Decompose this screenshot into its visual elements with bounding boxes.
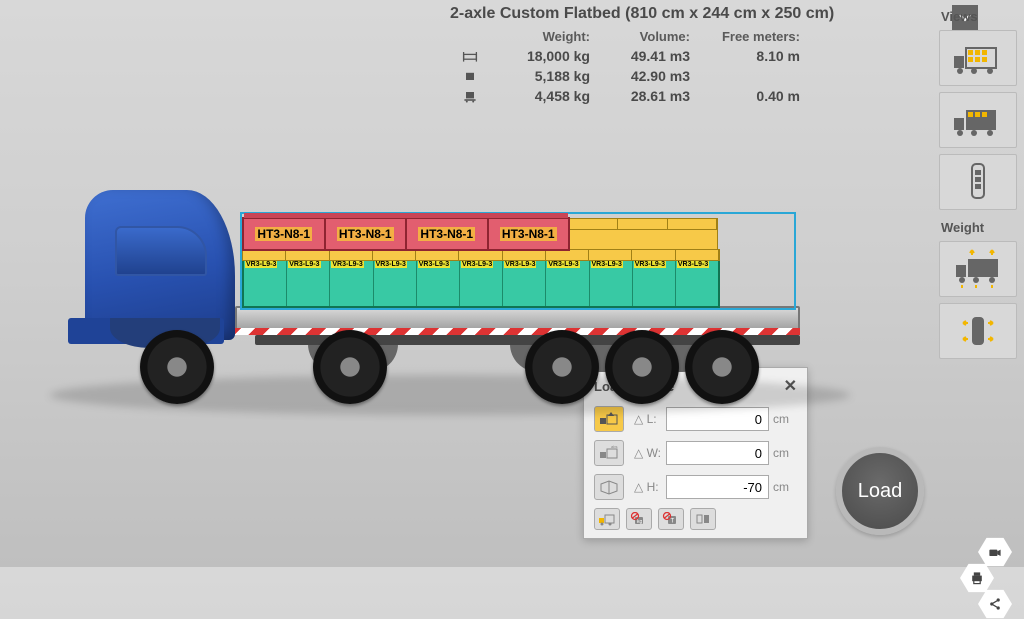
tool-truck-button[interactable] <box>594 508 620 530</box>
views-label: Views <box>939 5 1019 30</box>
capacity-icon <box>450 48 490 64</box>
tool-weight-button[interactable]: kg <box>626 508 652 530</box>
stats-row-capacity: 18,000 kg 49.41 m3 8.10 m <box>450 46 920 66</box>
tool-split-button[interactable] <box>690 508 716 530</box>
box-height-icon <box>598 478 620 496</box>
svg-text:T: T <box>671 519 675 525</box>
truck-3d-view[interactable]: VR3-L9-3 VR3-L9-3 VR3-L9-3 VR3-L9-3 VR3-… <box>60 170 840 430</box>
delta-width-row: abs △ W: cm <box>594 440 797 466</box>
share-button[interactable] <box>978 589 1012 619</box>
tool-text-button[interactable]: T <box>658 508 684 530</box>
trailer-wheel-3 <box>605 330 679 404</box>
cab-wheel <box>140 330 214 404</box>
view-side-loaded-button[interactable] <box>939 30 1017 86</box>
delta-height-icon-button[interactable] <box>594 474 624 500</box>
loaded-icon <box>450 68 490 84</box>
trailer-wheel-1 <box>313 330 387 404</box>
dialog-toolbar: kg T <box>594 508 797 530</box>
share-icon <box>987 596 1003 612</box>
delta-width-label: △ W: <box>634 446 662 460</box>
volume-header: Volume: <box>590 29 690 44</box>
delta-height-row: △ H: cm <box>594 474 797 500</box>
delta-width-input[interactable] <box>666 441 769 465</box>
stats-row-remaining: 4,458 kg 28.61 m3 0.40 m <box>450 86 920 106</box>
view-side-solid-button[interactable] <box>939 92 1017 148</box>
load-button[interactable]: Load <box>836 447 924 535</box>
no-text-icon: T <box>662 512 680 526</box>
free-header: Free meters: <box>690 29 800 44</box>
delta-height-input[interactable] <box>666 475 769 499</box>
trailer-wheel-2 <box>525 330 599 404</box>
print-icon <box>969 570 985 586</box>
truck-abs-icon: abs <box>598 444 620 462</box>
weight-label: Weight <box>939 216 1019 241</box>
cargo-yellow-stack <box>568 228 718 250</box>
camera-button[interactable] <box>978 537 1012 567</box>
no-weight-icon: kg <box>630 512 648 526</box>
right-panel: Views Weight <box>934 5 1024 365</box>
cargo-red-layer: HT3-N8-1 HT3-N8-1 HT3-N8-1 HT3-N8-1 <box>242 217 570 251</box>
weight-header: Weight: <box>490 29 590 44</box>
delta-width-icon-button[interactable]: abs <box>594 440 624 466</box>
remaining-icon <box>450 88 490 104</box>
stats-header-block: 2-axle Custom Flatbed (810 cm x 244 cm x… <box>450 5 920 106</box>
truck-icon <box>598 512 616 526</box>
svg-text:kg: kg <box>637 519 643 525</box>
weight-side-button[interactable] <box>939 241 1017 297</box>
delta-height-label: △ H: <box>634 480 662 494</box>
split-icon <box>694 512 712 526</box>
stats-row-loaded: 5,188 kg 42.90 m3 <box>450 66 920 86</box>
print-button[interactable] <box>960 563 994 593</box>
cargo-green-layer: VR3-L9-3 VR3-L9-3 VR3-L9-3 VR3-L9-3 VR3-… <box>242 258 720 308</box>
camera-icon <box>987 544 1003 560</box>
stats-column-headers: Weight: Volume: Free meters: <box>450 27 920 46</box>
trailer-title: 2-axle Custom Flatbed (810 cm x 244 cm x… <box>450 5 920 27</box>
trailer-wheel-4 <box>685 330 759 404</box>
svg-text:abs: abs <box>611 444 617 449</box>
weight-top-button[interactable] <box>939 303 1017 359</box>
view-top-button[interactable] <box>939 154 1017 210</box>
cargo-yellow-top <box>568 218 718 230</box>
